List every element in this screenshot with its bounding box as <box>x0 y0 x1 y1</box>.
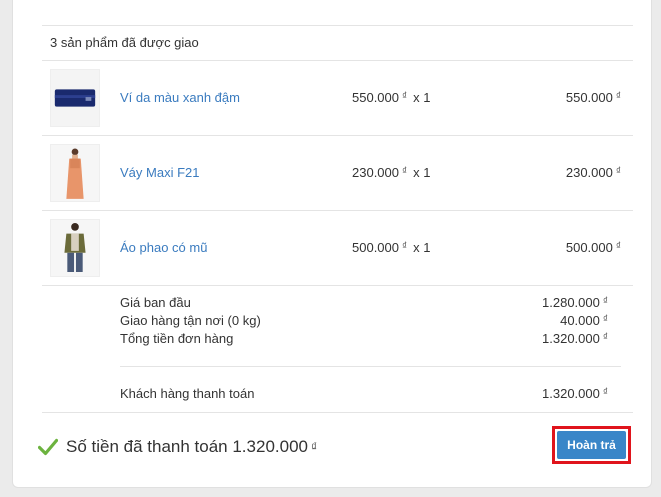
divider <box>42 412 633 413</box>
customer-paid-value: 1.320.000 ₫ <box>542 386 608 401</box>
check-icon <box>38 438 58 456</box>
paid-status-text: Số tiền đã thanh toán 1.320.000 <box>66 437 308 456</box>
order-total-value: 1.320.000 ₫ <box>542 331 608 346</box>
unit-price-qty: 230.000 ₫ x 1 <box>352 165 431 180</box>
product-link[interactable]: Váy Maxi F21 <box>120 165 199 180</box>
dress-thumbnail <box>50 144 100 202</box>
original-price-label: Giá ban đầu <box>120 295 191 310</box>
order-total-label: Tổng tiền đơn hàng <box>120 331 234 346</box>
original-price-value: 1.280.000 ₫ <box>542 295 608 310</box>
divider <box>42 285 633 286</box>
customer-paid-label: Khách hàng thanh toán <box>120 386 255 401</box>
line-total: 550.000 ₫ <box>565 90 621 105</box>
paid-status: Số tiền đã thanh toán 1.320.000 ₫ <box>38 437 317 457</box>
unit-price-qty: 500.000 ₫ x 1 <box>352 240 431 255</box>
line-total: 500.000 ₫ <box>565 240 621 255</box>
jacket-thumbnail <box>50 219 100 277</box>
shipping-value: 40.000 ₫ <box>560 313 608 328</box>
wallet-thumbnail <box>50 69 100 127</box>
line-total: 230.000 ₫ <box>565 165 621 180</box>
delivered-summary: 3 sản phẩm đã được giao <box>50 35 199 50</box>
order-card: 3 sản phẩm đã được giao Ví da màu xanh đ… <box>12 0 652 488</box>
order-item-row: Váy Maxi F21 230.000 ₫ x 1 230.000 ₫ <box>42 135 633 210</box>
product-link[interactable]: Áo phao có mũ <box>120 240 207 255</box>
product-link[interactable]: Ví da màu xanh đậm <box>120 90 240 105</box>
divider <box>120 366 621 367</box>
order-item-row: Áo phao có mũ 500.000 ₫ x 1 500.000 ₫ <box>42 210 633 285</box>
shipping-label: Giao hàng tận nơi (0 kg) <box>120 313 261 328</box>
order-item-row: Ví da màu xanh đậm 550.000 ₫ x 1 550.000 ₫ <box>42 60 633 135</box>
refund-button-label: Hoàn trả <box>557 431 626 459</box>
refund-button[interactable]: Hoàn trả <box>552 426 631 464</box>
divider <box>42 25 633 26</box>
unit-price-qty: 550.000 ₫ x 1 <box>352 90 431 105</box>
